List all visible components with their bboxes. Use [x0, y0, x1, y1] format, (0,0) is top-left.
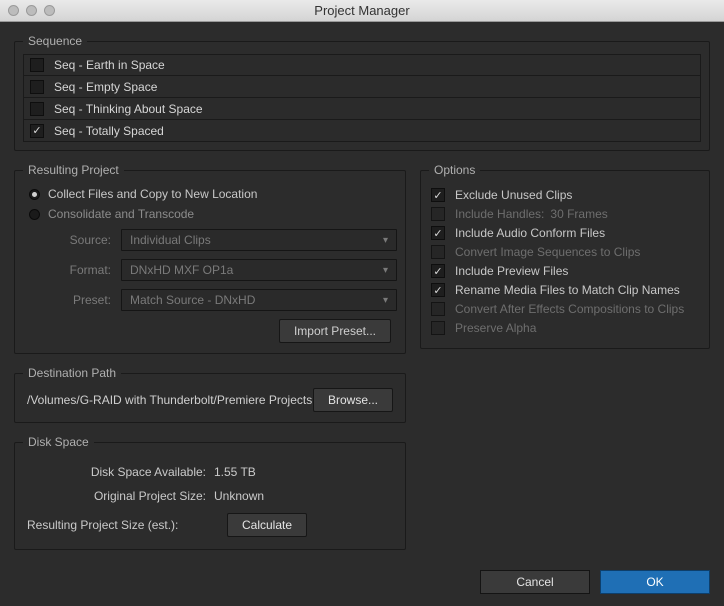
sequence-legend: Sequence: [23, 34, 87, 48]
window-titlebar: Project Manager: [0, 0, 724, 22]
import-preset-button[interactable]: Import Preset...: [279, 319, 391, 343]
source-value: Individual Clips: [130, 233, 211, 247]
options-group: Options ✓ Exclude Unused Clips Include H…: [420, 163, 710, 349]
disk-legend: Disk Space: [23, 435, 94, 449]
radio-collect[interactable]: [29, 189, 40, 200]
preview-label: Include Preview Files: [455, 264, 568, 278]
preset-label: Preset:: [51, 293, 111, 307]
preview-checkbox[interactable]: ✓: [431, 264, 445, 278]
disk-available-value: 1.55 TB: [214, 465, 256, 479]
disk-available-label: Disk Space Available:: [31, 465, 206, 479]
radio-collect-label: Collect Files and Copy to New Location: [48, 187, 257, 201]
format-value: DNxHD MXF OP1a: [130, 263, 233, 277]
preset-dropdown[interactable]: Match Source - DNxHD ▾: [121, 289, 397, 311]
rename-checkbox[interactable]: ✓: [431, 283, 445, 297]
sequence-row[interactable]: Seq - Empty Space: [23, 76, 701, 98]
sequence-label: Seq - Earth in Space: [54, 58, 165, 72]
source-label: Source:: [51, 233, 111, 247]
radio-transcode[interactable]: [29, 209, 40, 220]
sequence-checkbox[interactable]: [30, 102, 44, 116]
destination-group: Destination Path /Volumes/G-RAID with Th…: [14, 366, 406, 423]
destination-legend: Destination Path: [23, 366, 121, 380]
sequence-row[interactable]: Seq - Earth in Space: [23, 54, 701, 76]
disk-resulting-label: Resulting Project Size (est.):: [27, 518, 227, 532]
browse-button[interactable]: Browse...: [313, 388, 393, 412]
handles-label: Include Handles:: [455, 207, 544, 221]
destination-path: /Volumes/G-RAID with Thunderbolt/Premier…: [27, 393, 312, 407]
convertseq-checkbox: [431, 245, 445, 259]
ae-checkbox: [431, 302, 445, 316]
resulting-legend: Resulting Project: [23, 163, 124, 177]
source-dropdown[interactable]: Individual Clips ▾: [121, 229, 397, 251]
ok-button[interactable]: OK: [600, 570, 710, 594]
sequence-label: Seq - Empty Space: [54, 80, 157, 94]
chevron-down-icon: ▾: [383, 295, 388, 306]
radio-transcode-label: Consolidate and Transcode: [48, 207, 194, 221]
zoom-dot[interactable]: [44, 5, 55, 16]
sequence-label: Seq - Thinking About Space: [54, 102, 203, 116]
handles-value: 30 Frames: [550, 207, 607, 221]
sequence-group: Sequence Seq - Earth in Space Seq - Empty…: [14, 34, 710, 151]
chevron-down-icon: ▾: [383, 265, 388, 276]
audio-label: Include Audio Conform Files: [455, 226, 605, 240]
ae-label: Convert After Effects Compositions to Cl…: [455, 302, 684, 316]
sequence-checkbox[interactable]: [30, 58, 44, 72]
disk-original-value: Unknown: [214, 489, 264, 503]
disk-original-label: Original Project Size:: [31, 489, 206, 503]
format-dropdown[interactable]: DNxHD MXF OP1a ▾: [121, 259, 397, 281]
minimize-dot[interactable]: [26, 5, 37, 16]
window-title: Project Manager: [314, 3, 409, 18]
disk-group: Disk Space Disk Space Available: 1.55 TB…: [14, 435, 406, 550]
sequence-label: Seq - Totally Spaced: [54, 124, 164, 138]
footer-buttons: Cancel OK: [480, 570, 710, 594]
handles-checkbox: [431, 207, 445, 221]
resulting-group: Resulting Project Collect Files and Copy…: [14, 163, 406, 354]
cancel-button[interactable]: Cancel: [480, 570, 590, 594]
sequence-row[interactable]: Seq - Thinking About Space: [23, 98, 701, 120]
traffic-lights: [8, 5, 55, 16]
convertseq-label: Convert Image Sequences to Clips: [455, 245, 640, 259]
sequence-checkbox[interactable]: [30, 80, 44, 94]
rename-label: Rename Media Files to Match Clip Names: [455, 283, 680, 297]
exclude-label: Exclude Unused Clips: [455, 188, 572, 202]
close-dot[interactable]: [8, 5, 19, 16]
format-label: Format:: [51, 263, 111, 277]
options-legend: Options: [429, 163, 480, 177]
alpha-checkbox: [431, 321, 445, 335]
chevron-down-icon: ▾: [383, 235, 388, 246]
preset-value: Match Source - DNxHD: [130, 293, 255, 307]
sequence-row[interactable]: ✓ Seq - Totally Spaced: [23, 120, 701, 142]
exclude-checkbox[interactable]: ✓: [431, 188, 445, 202]
audio-checkbox[interactable]: ✓: [431, 226, 445, 240]
alpha-label: Preserve Alpha: [455, 321, 536, 335]
calculate-button[interactable]: Calculate: [227, 513, 307, 537]
sequence-checkbox[interactable]: ✓: [30, 124, 44, 138]
